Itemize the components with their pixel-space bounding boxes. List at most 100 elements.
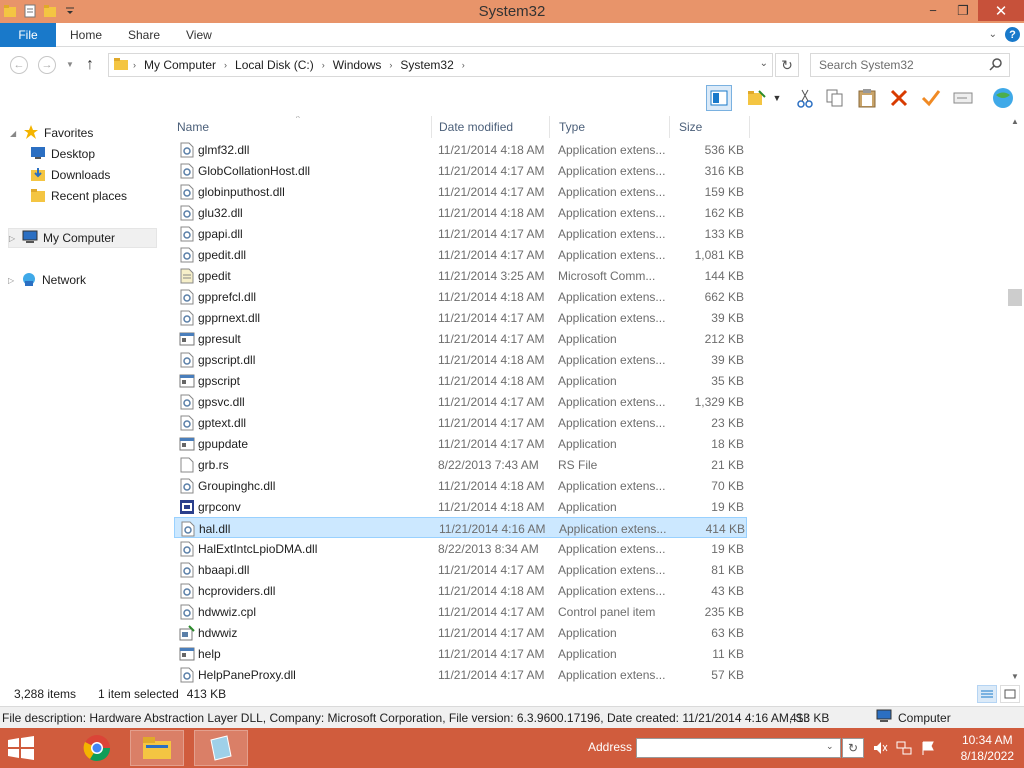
table-row[interactable]: glmf32.dll 11/21/2014 4:18 AM Application … <box>174 139 747 160</box>
table-row[interactable]: Groupinghc.dll 11/21/2014 4:18 AM Applicat… <box>174 475 747 496</box>
up-button[interactable]: ↑ <box>86 56 94 74</box>
file-date: 11/21/2014 4:18 AM <box>438 583 545 598</box>
paste-icon[interactable] <box>854 85 880 111</box>
nav-network[interactable]: ▷ Network <box>8 270 86 290</box>
file-size: 19 KB <box>711 499 744 514</box>
table-row[interactable]: grpconv 11/21/2014 4:18 AM Application 19 K… <box>174 496 747 517</box>
address-dropdown-icon[interactable]: ⌄ <box>760 58 768 69</box>
tab-file[interactable]: File <box>0 23 56 47</box>
preview-pane-icon[interactable] <box>706 85 732 111</box>
notepad-app-icon[interactable] <box>194 730 248 766</box>
table-row[interactable]: gpprnext.dll 11/21/2014 4:17 AM Applicatio… <box>174 307 747 328</box>
table-row[interactable]: gpupdate 11/21/2014 4:17 AM Application 18 … <box>174 433 747 454</box>
file-size: 316 KB <box>704 163 744 178</box>
address-go-button[interactable]: ↻ <box>842 738 864 758</box>
column-header-size[interactable]: Size <box>670 116 750 138</box>
close-button[interactable]: ✕ <box>978 0 1024 21</box>
table-row[interactable]: grb.rs 8/22/2013 7:43 AM RS File 21 KB <box>174 454 747 475</box>
table-row[interactable]: gpprefcl.dll 11/21/2014 4:18 AM Applicatio… <box>174 286 747 307</box>
table-row[interactable]: gptext.dll 11/21/2014 4:17 AM Application … <box>174 412 747 433</box>
system-clock[interactable]: 10:34 AM 8/18/2022 <box>961 732 1014 764</box>
expand-icon[interactable]: ▷ <box>9 234 17 243</box>
large-icons-view-icon[interactable] <box>1000 685 1020 703</box>
table-row[interactable]: hdwwiz 11/21/2014 4:17 AM Application 63 KB <box>174 622 747 643</box>
table-row[interactable]: glu32.dll 11/21/2014 4:18 AM Application e… <box>174 202 747 223</box>
table-row[interactable]: gpresult 11/21/2014 4:17 AM Application 212… <box>174 328 747 349</box>
table-row[interactable]: gpscript.dll 11/21/2014 4:18 AM Applicatio… <box>174 349 747 370</box>
rename-icon[interactable] <box>950 85 976 111</box>
delete-icon[interactable] <box>886 85 912 111</box>
file-name: gpscript <box>198 373 241 388</box>
folder-options-icon[interactable] <box>744 85 770 111</box>
table-row[interactable]: HelpPaneProxy.dll 11/21/2014 4:17 AM Appli… <box>174 664 747 683</box>
column-header-name[interactable]: Name <box>168 116 432 138</box>
vertical-scrollbar[interactable]: ▲ ▼ <box>1007 116 1024 683</box>
dll-icon <box>179 139 195 160</box>
nav-downloads[interactable]: Downloads <box>30 165 110 185</box>
recent-locations-icon[interactable]: ▼ <box>66 60 74 69</box>
search-input[interactable]: Search System32 <box>810 53 1010 77</box>
table-row[interactable]: help 11/21/2014 4:17 AM Application 11 KB <box>174 643 747 664</box>
breadcrumb-local-disk[interactable]: Local Disk (C:) <box>231 58 318 72</box>
expand-ribbon-icon[interactable]: ⌄ <box>989 29 997 40</box>
chrome-icon[interactable] <box>70 730 124 766</box>
scroll-down-icon[interactable]: ▼ <box>1011 672 1019 681</box>
msc-icon <box>179 265 195 286</box>
scrollbar-thumb[interactable] <box>1008 289 1022 306</box>
file-name: gpsvc.dll <box>198 394 245 409</box>
file-name: grpconv <box>198 499 241 514</box>
breadcrumb-my-computer[interactable]: My Computer <box>140 58 220 72</box>
table-row[interactable]: hdwwiz.cpl 11/21/2014 4:17 AM Control pane… <box>174 601 747 622</box>
file-explorer-icon[interactable] <box>130 730 184 766</box>
table-row[interactable]: gpsvc.dll 11/21/2014 4:17 AM Application e… <box>174 391 747 412</box>
file-list: ^ Name Date modified Type Size glmf32.dl… <box>168 116 1006 683</box>
cut-icon[interactable] <box>792 85 818 111</box>
expand-icon[interactable]: ▷ <box>8 276 16 285</box>
table-row[interactable]: gpscript 11/21/2014 4:18 AM Application 35 … <box>174 370 747 391</box>
table-row[interactable]: gpapi.dll 11/21/2014 4:17 AM Application e… <box>174 223 747 244</box>
globe-icon[interactable] <box>990 85 1016 111</box>
forward-button[interactable]: → <box>38 56 56 74</box>
table-row[interactable]: hcproviders.dll 11/21/2014 4:18 AM Applica… <box>174 580 747 601</box>
tab-home[interactable]: Home <box>70 23 102 47</box>
nav-recent-places[interactable]: Recent places <box>30 186 127 206</box>
nav-desktop[interactable]: Desktop <box>30 144 95 164</box>
action-center-icon[interactable] <box>920 740 936 759</box>
table-row[interactable]: HalExtIntcLpioDMA.dll 8/22/2013 8:34 AM Ap… <box>174 538 747 559</box>
checkmark-icon[interactable] <box>918 85 944 111</box>
help-icon[interactable]: ? <box>1005 27 1020 42</box>
table-row[interactable]: hbaapi.dll 11/21/2014 4:17 AM Application … <box>174 559 747 580</box>
tab-view[interactable]: View <box>186 23 212 47</box>
taskbar-address-input[interactable] <box>636 738 841 758</box>
table-row[interactable]: globinputhost.dll 11/21/2014 4:17 AM Appli… <box>174 181 747 202</box>
windows-start-icon[interactable] <box>8 736 34 760</box>
breadcrumb-windows[interactable]: Windows <box>329 58 386 72</box>
file-type: Application extens... <box>558 562 666 577</box>
nav-favorites[interactable]: ◢ Favorites <box>10 123 93 143</box>
details-view-icon[interactable] <box>977 685 997 703</box>
refresh-button[interactable]: ↻ <box>775 53 799 77</box>
file-date: 11/21/2014 4:17 AM <box>438 184 545 199</box>
tab-share[interactable]: Share <box>128 23 160 47</box>
breadcrumb-system32[interactable]: System32 <box>396 58 457 72</box>
address-bar[interactable]: › My Computer › Local Disk (C:) › Window… <box>108 53 773 77</box>
table-row[interactable]: gpedit.dll 11/21/2014 4:17 AM Application … <box>174 244 747 265</box>
minimize-button[interactable]: − <box>918 0 948 21</box>
file-type: Application extens... <box>558 163 666 178</box>
maximize-button[interactable]: ❐ <box>948 0 978 21</box>
table-row-selected[interactable]: hal.dll 11/21/2014 4:16 AM Application ext… <box>174 517 747 538</box>
back-button[interactable]: ← <box>10 56 28 74</box>
copy-icon[interactable] <box>822 85 848 111</box>
nav-my-computer[interactable]: ▷ My Computer <box>8 228 157 248</box>
scroll-up-icon[interactable]: ▲ <box>1011 117 1019 126</box>
volume-muted-icon[interactable] <box>872 740 888 759</box>
folder-options-dropdown-icon[interactable]: ▼ <box>770 85 784 111</box>
column-header-date[interactable]: Date modified <box>430 116 550 138</box>
network-tray-icon[interactable] <box>896 740 912 759</box>
table-row[interactable]: GlobCollationHost.dll 11/21/2014 4:17 AM A… <box>174 160 747 181</box>
file-type: Control panel item <box>558 604 656 619</box>
column-header-type[interactable]: Type <box>550 116 670 138</box>
collapse-icon[interactable]: ◢ <box>10 129 18 138</box>
table-row[interactable]: gpedit 11/21/2014 3:25 AM Microsoft Comm..… <box>174 265 747 286</box>
address-dropdown-icon[interactable]: ⌄ <box>826 741 834 752</box>
